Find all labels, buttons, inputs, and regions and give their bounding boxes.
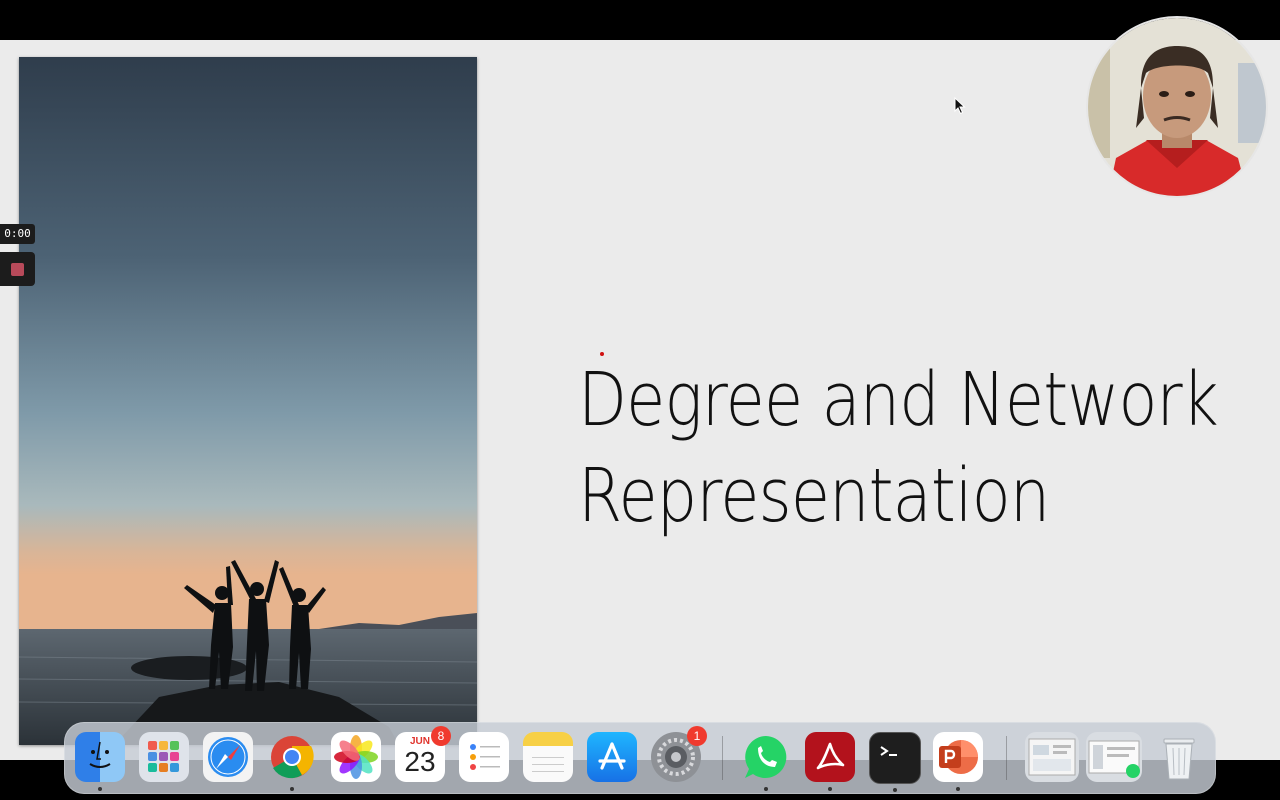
app-store-icon[interactable] xyxy=(587,732,637,782)
safari-icon[interactable] xyxy=(203,732,253,782)
system-settings-icon[interactable]: 1 xyxy=(651,726,707,782)
trash-icon[interactable] xyxy=(1154,732,1204,782)
running-indicator xyxy=(98,787,102,791)
finder-icon[interactable] xyxy=(75,732,125,791)
slide-photo xyxy=(19,57,477,745)
notes-icon[interactable] xyxy=(523,732,573,782)
settings-badge: 1 xyxy=(687,726,707,746)
calendar-day: 23 xyxy=(404,746,436,777)
running-indicator xyxy=(893,788,897,792)
terminal-icon[interactable] xyxy=(869,732,921,792)
whatsapp-icon[interactable] xyxy=(741,732,791,791)
recent-window-2[interactable] xyxy=(1086,732,1142,782)
stop-recording-button[interactable] xyxy=(0,252,35,286)
calendar-badge: 8 xyxy=(431,726,451,746)
dock-separator xyxy=(1006,736,1007,780)
recent-window-1[interactable] xyxy=(1025,732,1079,782)
running-indicator xyxy=(828,787,832,791)
reminders-icon[interactable] xyxy=(459,732,509,782)
calendar-icon[interactable]: JUN 23 8 xyxy=(395,726,451,782)
running-indicator xyxy=(290,787,294,791)
slide-title-line-1: Degree and Network xyxy=(578,357,1219,443)
slide-title-line-2: Representation xyxy=(578,453,1050,539)
recording-timer: 0:00 xyxy=(0,224,35,244)
dock-separator xyxy=(722,736,723,780)
powerpoint-icon[interactable] xyxy=(933,732,983,791)
running-indicator xyxy=(764,787,768,791)
dock: JUN 23 8 1 xyxy=(64,722,1216,794)
chrome-icon[interactable] xyxy=(267,732,317,791)
webcam-overlay[interactable] xyxy=(1086,16,1268,198)
photos-icon[interactable] xyxy=(331,732,381,782)
mouse-cursor-icon xyxy=(954,96,966,119)
slide-title: Degree and Network Representation xyxy=(578,352,1219,544)
presentation-slide: Degree and Network Representation xyxy=(0,40,1280,760)
launchpad-icon[interactable] xyxy=(139,732,189,782)
acrobat-icon[interactable] xyxy=(805,732,855,791)
running-indicator xyxy=(956,787,960,791)
